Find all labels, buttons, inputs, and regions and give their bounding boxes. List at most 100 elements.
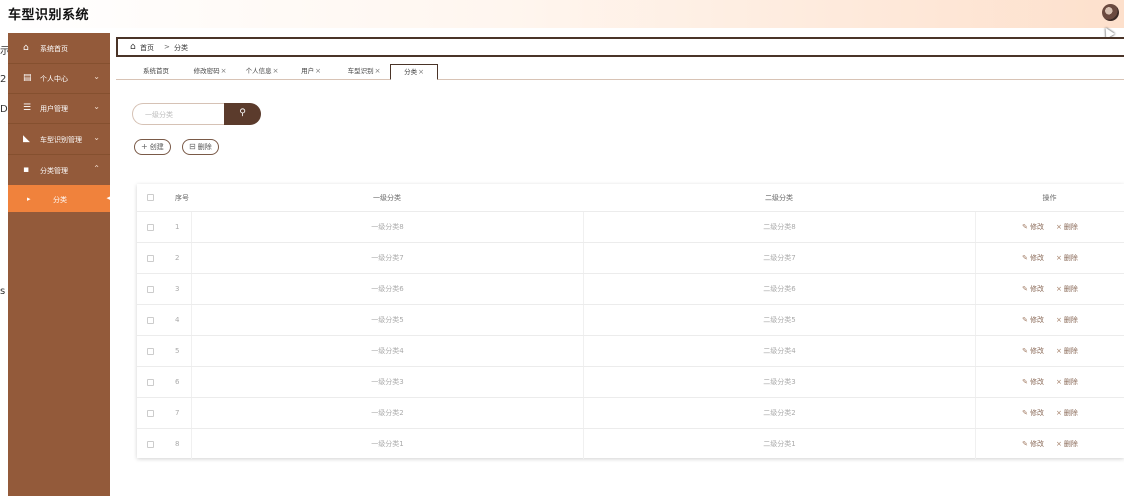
- header-index: 序号: [175, 193, 189, 202]
- pencil-icon: ✎: [1022, 409, 1028, 417]
- row-index: 1: [175, 223, 180, 231]
- delete-button[interactable]: × 删除: [1056, 377, 1078, 387]
- edit-label: 修改: [1030, 347, 1044, 355]
- create-button[interactable]: + 创建: [134, 139, 171, 155]
- delete-label: 删除: [1063, 409, 1078, 417]
- chevron-down-icon: ⌄: [93, 102, 100, 111]
- row-col2: 二级分类2: [583, 398, 975, 428]
- row-ops: ✎ 修改 × 删除: [975, 398, 1124, 428]
- tab-home[interactable]: 系统首页: [136, 64, 176, 80]
- close-icon[interactable]: ×: [221, 67, 227, 75]
- delete-button[interactable]: × 删除: [1056, 408, 1078, 418]
- row-checkbox[interactable]: [147, 254, 154, 262]
- row-ops: ✎ 修改 × 删除: [975, 212, 1124, 242]
- row-checkbox[interactable]: [147, 223, 154, 231]
- delete-button[interactable]: × 删除: [1056, 346, 1078, 356]
- delete-label: 删除: [1063, 223, 1078, 231]
- delete-button[interactable]: × 删除: [1056, 315, 1078, 325]
- sidebar-item-label: 个人中心: [40, 75, 68, 83]
- sidebar-item-users[interactable]: ☰ 用户管理 ⌄: [8, 94, 110, 122]
- edit-button[interactable]: ✎ 修改: [1022, 377, 1044, 387]
- edit-button[interactable]: ✎ 修改: [1022, 346, 1044, 356]
- divider: [8, 123, 110, 124]
- row-col2: 二级分类3: [583, 367, 975, 397]
- sidebar-subitem-category[interactable]: ▸ 分类 ◂: [8, 185, 110, 212]
- sidebar-item-home[interactable]: ⌂ 系统首页: [8, 34, 110, 62]
- app-title: 车型识别系统: [8, 8, 90, 23]
- tab-label: 个人信息: [245, 67, 272, 75]
- left-edge-strip: 示 2 D s: [0, 28, 10, 496]
- plus-icon: +: [141, 142, 148, 151]
- table-row: 3 一级分类6 二级分类6 ✎ 修改 × 删除: [137, 273, 1124, 304]
- search-input[interactable]: [145, 109, 220, 121]
- delete-button[interactable]: × 删除: [1056, 253, 1078, 263]
- row-checkbox[interactable]: [147, 347, 154, 355]
- row-checkbox[interactable]: [147, 316, 154, 324]
- delete-label: 删除: [1063, 254, 1078, 262]
- close-icon[interactable]: ×: [315, 67, 321, 75]
- select-all-checkbox[interactable]: [147, 194, 154, 201]
- divider: [8, 154, 110, 155]
- edit-button[interactable]: ✎ 修改: [1022, 315, 1044, 325]
- row-checkbox[interactable]: [147, 409, 154, 417]
- close-icon: ×: [1056, 347, 1062, 355]
- row-col2: 二级分类5: [583, 305, 975, 335]
- tab-change-password[interactable]: 修改密码×: [188, 64, 232, 80]
- home-icon: ⌂: [23, 43, 29, 53]
- close-icon: ×: [1056, 254, 1062, 262]
- sidebar-item-car-recognition[interactable]: ◣ 车型识别管理 ⌄: [8, 125, 110, 153]
- breadcrumb-home[interactable]: 首页: [140, 43, 154, 53]
- caret-right-icon: ▸: [27, 195, 31, 203]
- header-col2: 二级分类: [765, 193, 793, 202]
- pencil-icon: ✎: [1022, 285, 1028, 293]
- row-index: 5: [175, 347, 180, 355]
- close-icon[interactable]: ×: [418, 68, 424, 76]
- edit-button[interactable]: ✎ 修改: [1022, 284, 1044, 294]
- row-ops: ✎ 修改 × 删除: [975, 274, 1124, 304]
- header-ops: 操作: [1042, 193, 1057, 202]
- batch-delete-button[interactable]: ⊟ 删除: [182, 139, 219, 155]
- chevron-up-icon: ⌃: [93, 164, 100, 173]
- edit-button[interactable]: ✎ 修改: [1022, 408, 1044, 418]
- sidebar-item-category-mgmt[interactable]: ▪ 分类管理 ⌃: [8, 156, 110, 184]
- top-header: 车型识别系统: [0, 0, 1124, 39]
- edit-button[interactable]: ✎ 修改: [1022, 222, 1044, 232]
- search-button[interactable]: ⚲: [224, 103, 261, 125]
- close-icon: ×: [1056, 440, 1062, 448]
- home-icon[interactable]: ⌂: [130, 42, 136, 52]
- edit-button[interactable]: ✎ 修改: [1022, 439, 1044, 449]
- row-index: 2: [175, 254, 180, 262]
- table-row: 1 一级分类8 二级分类8 ✎ 修改 × 删除: [137, 211, 1124, 242]
- delete-label: 删除: [1063, 316, 1078, 324]
- sidebar-item-profile[interactable]: ▤ 个人中心 ⌄: [8, 64, 110, 92]
- user-avatar[interactable]: [1102, 4, 1119, 21]
- delete-button[interactable]: × 删除: [1056, 222, 1078, 232]
- chevron-down-icon: ⌄: [93, 133, 100, 142]
- row-checkbox[interactable]: [147, 285, 154, 293]
- edit-label: 修改: [1030, 409, 1044, 417]
- search-icon: ⚲: [239, 108, 246, 118]
- edge-fragment: 2: [0, 74, 7, 85]
- tab-personal-info[interactable]: 个人信息×: [240, 64, 284, 80]
- tab-users[interactable]: 用户×: [296, 64, 326, 80]
- close-icon: ×: [1056, 223, 1062, 231]
- close-icon: ×: [1056, 285, 1062, 293]
- row-col2: 二级分类4: [583, 336, 975, 366]
- sidebar-item-label: 车型识别管理: [40, 136, 82, 144]
- delete-button[interactable]: × 删除: [1056, 439, 1078, 449]
- row-checkbox[interactable]: [147, 378, 154, 386]
- row-col1: 一级分类1: [191, 429, 583, 459]
- close-icon[interactable]: ×: [273, 67, 279, 75]
- delete-button[interactable]: × 删除: [1056, 284, 1078, 294]
- pencil-icon: ✎: [1022, 223, 1028, 231]
- edit-button[interactable]: ✎ 修改: [1022, 253, 1044, 263]
- tab-category[interactable]: 分类×: [390, 64, 438, 80]
- close-icon[interactable]: ×: [375, 67, 381, 75]
- tab-label: 分类: [404, 68, 418, 76]
- tab-car-recognition[interactable]: 车型识别×: [342, 64, 386, 80]
- breadcrumb: ⌂ 首页 > 分类: [116, 37, 1124, 57]
- table-row: 6 一级分类3 二级分类3 ✎ 修改 × 删除: [137, 366, 1124, 397]
- tab-label: 车型识别: [347, 67, 374, 75]
- row-checkbox[interactable]: [147, 440, 154, 448]
- row-checkbox-cell: [137, 398, 164, 428]
